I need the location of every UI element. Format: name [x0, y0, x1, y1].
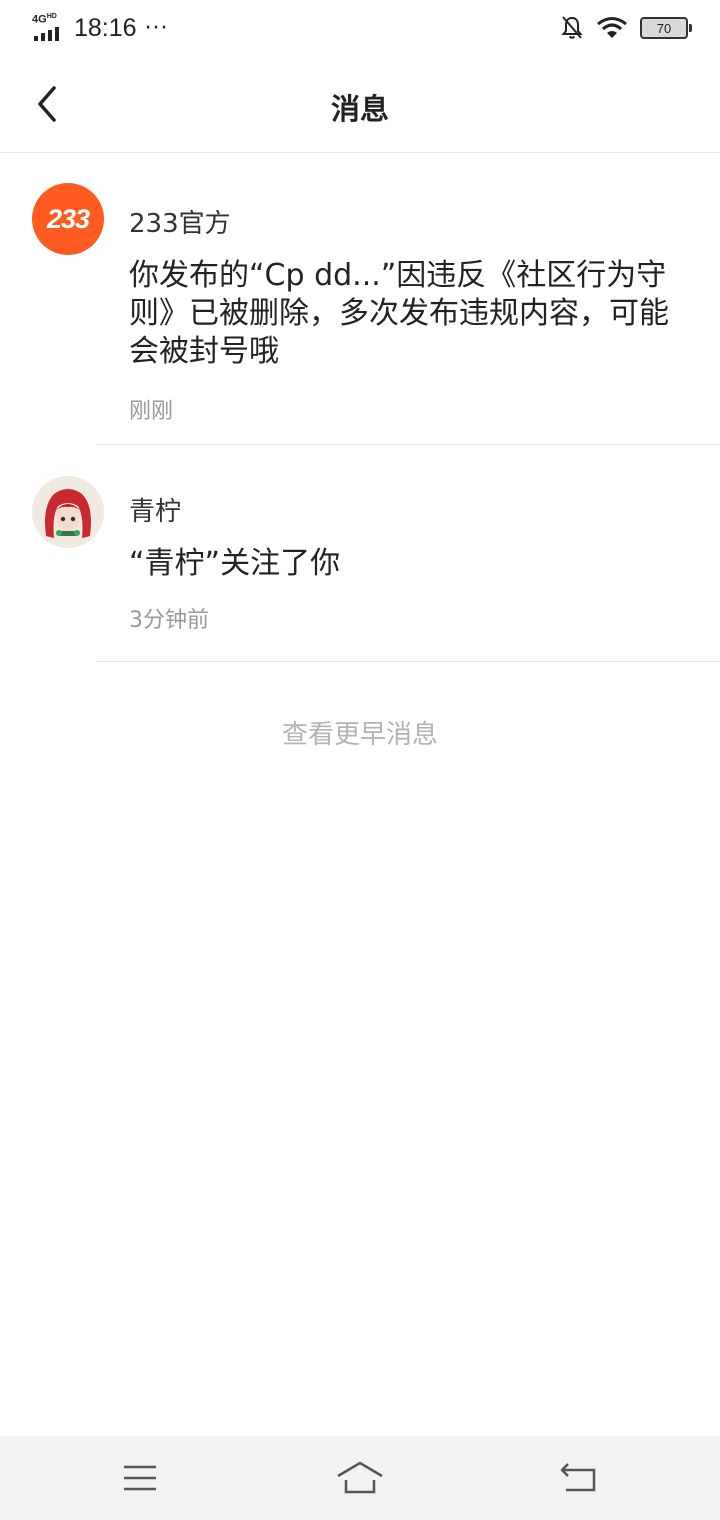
return-button[interactable] [558, 1458, 602, 1498]
message-list: 233 233官方 你发布的“Cp dd...”因违反《社区行为守则》已被删除，… [0, 153, 720, 662]
network-type: 4GHD [32, 13, 57, 26]
home-button[interactable] [336, 1458, 384, 1498]
more-notifications-icon: ··· [144, 15, 169, 41]
status-time: 18:16 [74, 13, 137, 42]
message-item-official[interactable]: 233 233官方 你发布的“Cp dd...”因违反《社区行为守则》已被删除，… [0, 153, 720, 445]
message-content: 你发布的“Cp dd...”因违反《社区行为守则》已被删除，多次发布违规内容，可… [129, 258, 669, 369]
divider [96, 661, 720, 662]
message-time: 3分钟前 [129, 608, 209, 633]
status-right: 70 [560, 12, 692, 44]
avatar[interactable] [32, 476, 104, 548]
page-title: 消息 [330, 92, 389, 126]
system-nav-bar [0, 1436, 720, 1520]
return-icon [560, 1463, 596, 1492]
user-avatar-image [32, 476, 104, 548]
avatar[interactable]: 233 [32, 183, 104, 255]
message-content: “青柠”关注了你 [129, 546, 341, 581]
status-left: 4GHD 18:16 ··· [32, 12, 169, 44]
menu-button[interactable] [118, 1458, 162, 1498]
status-bar: 4GHD 18:16 ··· 70 [0, 0, 720, 56]
wifi-icon [597, 17, 627, 38]
message-time: 刚刚 [129, 399, 174, 424]
sender-name: 青柠 [129, 497, 182, 527]
load-earlier-messages-button[interactable]: 查看更早消息 [0, 714, 720, 751]
bell-off-icon [561, 16, 583, 39]
home-icon [337, 1461, 383, 1494]
message-item-follow[interactable]: 青柠 “青柠”关注了你 3分钟前 [0, 445, 720, 662]
header: 消息 [0, 56, 720, 153]
battery-level: 70 [656, 20, 672, 36]
avatar-logo-text: 233 [46, 203, 90, 234]
cellular-signal-icon: 4GHD [32, 13, 68, 43]
battery-indicator: 70 [640, 17, 692, 39]
sender-name: 233官方 [129, 209, 231, 239]
menu-icon [124, 1465, 156, 1491]
